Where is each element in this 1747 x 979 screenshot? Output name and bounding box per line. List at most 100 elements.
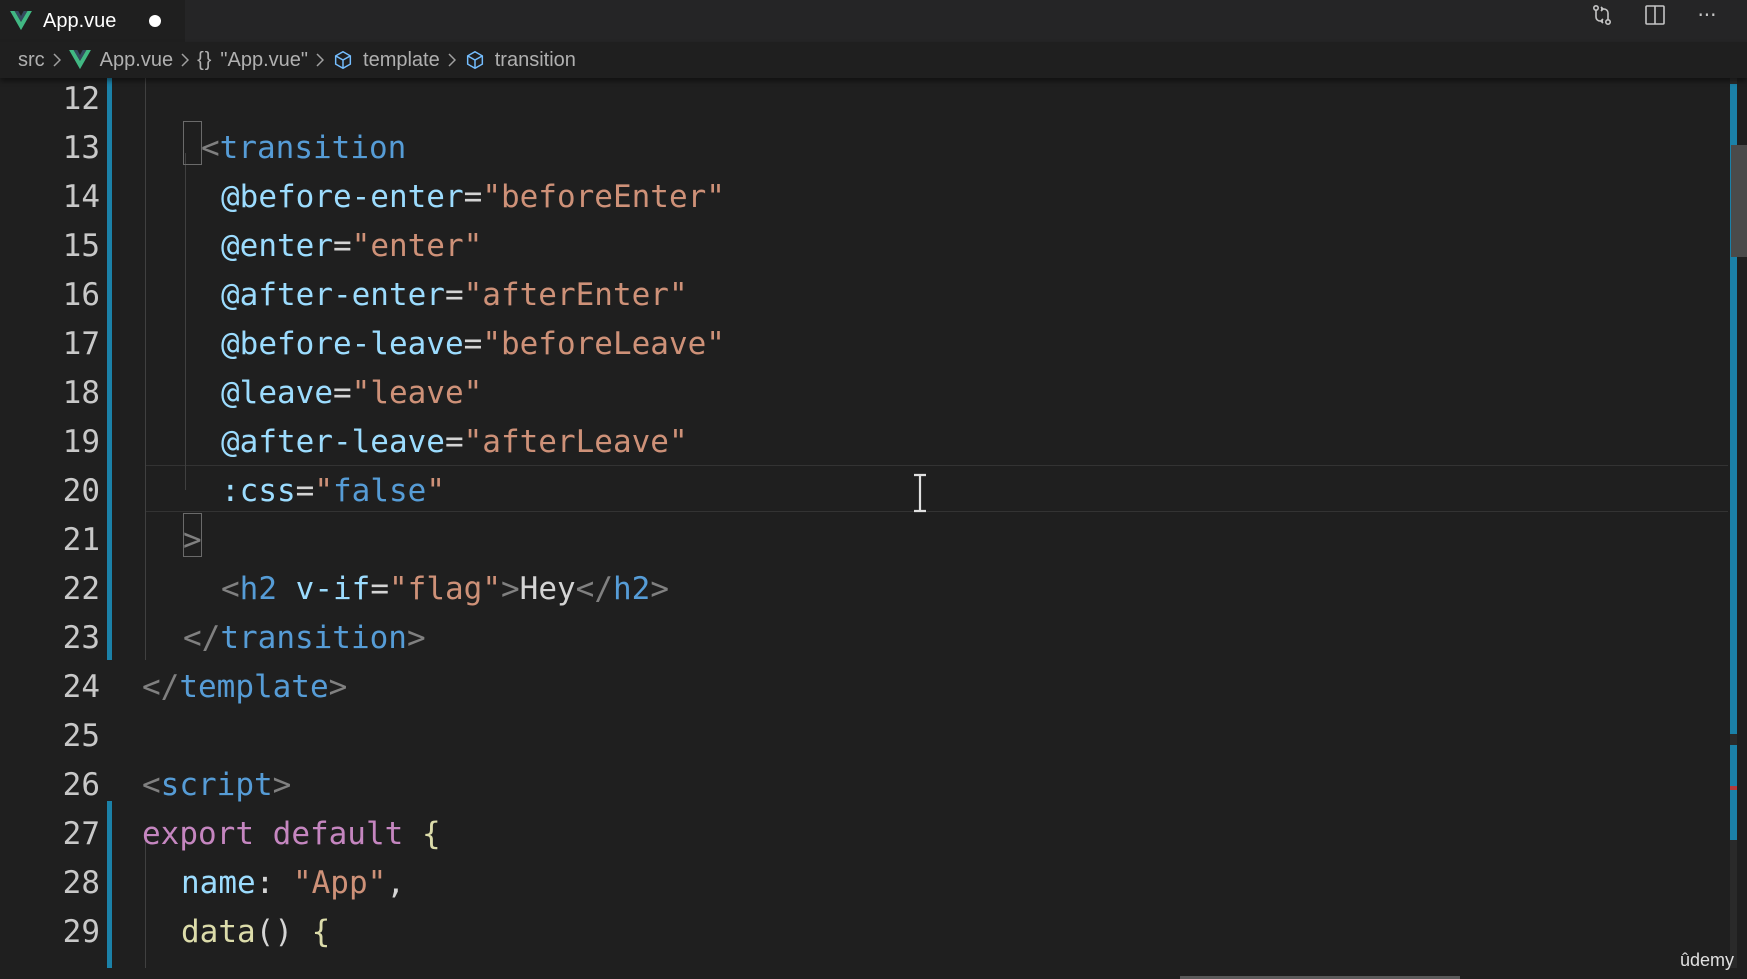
split-editor-icon[interactable] — [1642, 2, 1668, 28]
code-text: @before-enter="beforeEnter" — [221, 173, 725, 222]
code-token: = — [463, 326, 483, 362]
code-token: </ — [142, 669, 180, 705]
code-line[interactable]: 18 @leave="leave" — [0, 369, 1730, 418]
code-token: = — [444, 277, 464, 313]
text-cursor-icon — [914, 473, 926, 513]
code-token: = — [444, 424, 464, 460]
tab-app-vue[interactable]: App.vue — [0, 0, 185, 42]
code-token: > — [328, 669, 348, 705]
more-actions-label: ··· — [1697, 3, 1717, 27]
code-line[interactable]: 14 @before-enter="beforeEnter" — [0, 173, 1730, 222]
code-token: () — [255, 914, 312, 950]
watermark: ûdemy — [1680, 950, 1735, 970]
code-token: data — [181, 914, 256, 950]
line-number: 26 — [62, 767, 100, 803]
code-token: = — [332, 375, 352, 411]
code-token: </ — [575, 571, 613, 607]
code-token: > — [272, 767, 292, 803]
code-token: @after-enter — [221, 277, 445, 313]
code-token: h2 — [239, 571, 277, 607]
tab-title: App.vue — [43, 9, 117, 32]
vue-file-icon — [10, 11, 32, 31]
code-token: false — [333, 473, 427, 509]
code-editor-window: App.vue ··· src App.vue {} "App.vue" tem… — [0, 0, 1747, 979]
code-token: export — [142, 816, 254, 852]
code-token: { — [311, 914, 331, 950]
line-number: 21 — [62, 522, 100, 558]
code-text: :css="false" — [221, 467, 445, 516]
code-line[interactable]: 12 — [0, 78, 1730, 124]
code-text: @before-leave="beforeLeave" — [221, 320, 725, 369]
line-number: 18 — [62, 375, 100, 411]
tab-bar: App.vue ··· — [0, 0, 1747, 42]
code-token: @leave — [221, 375, 333, 411]
horizontal-scrollbar[interactable] — [0, 968, 1747, 979]
line-number: 14 — [62, 179, 100, 215]
overview-ruler-error-marker — [1730, 786, 1737, 790]
code-line[interactable]: 20:css="false" — [0, 467, 1730, 516]
code-line[interactable]: 13 <transition — [0, 124, 1730, 173]
code-token: template — [179, 669, 329, 705]
code-token: @after-leave — [221, 424, 445, 460]
code-line[interactable]: 26 <script> — [0, 761, 1730, 810]
code-line[interactable]: 28 name: "App", — [0, 859, 1730, 908]
git-compare-icon[interactable] — [1589, 2, 1615, 28]
code-text: @leave="leave" — [221, 369, 482, 418]
symbol-cube-icon — [334, 50, 352, 70]
code-token: transition — [219, 130, 407, 166]
code-token: > — [406, 620, 426, 656]
code-line[interactable]: 25 — [0, 712, 1730, 761]
more-actions-icon[interactable]: ··· — [1694, 2, 1720, 28]
code-token: = — [332, 228, 352, 264]
breadcrumb-item-template[interactable]: template — [332, 49, 440, 72]
breadcrumb-label: src — [18, 48, 45, 71]
code-text: </template> — [142, 663, 347, 712]
line-number: 25 — [62, 718, 100, 754]
code-line[interactable]: 29 data() { — [0, 908, 1730, 957]
code-text: name: "App", — [181, 859, 405, 908]
breadcrumb-item-transition[interactable]: transition — [464, 49, 576, 72]
breadcrumb-label: transition — [494, 48, 576, 71]
code-token: @enter — [221, 228, 333, 264]
line-number: 27 — [62, 816, 100, 852]
vue-file-icon — [68, 50, 91, 70]
code-token: "beforeLeave" — [482, 326, 725, 362]
chevron-right-icon — [316, 53, 325, 67]
line-number: 19 — [62, 424, 100, 460]
code-token: > — [183, 522, 202, 558]
code-text: <h2 v-if="flag">Hey</h2> — [221, 565, 669, 614]
code-token: v-if — [295, 571, 371, 607]
editor-text-area[interactable]: 12 13 <transition 14 @before-enter="beforeEn… — [0, 78, 1747, 968]
code-line[interactable]: 24 </template> — [0, 663, 1730, 712]
code-line[interactable]: 21 > — [0, 516, 1730, 565]
code-token: "beforeEnter" — [482, 179, 725, 215]
line-number: 24 — [62, 669, 100, 705]
code-line[interactable]: 23 </transition> — [0, 614, 1730, 663]
code-token: h2 — [612, 571, 651, 607]
code-line[interactable]: 22 <h2 v-if="flag">Hey</h2> — [0, 565, 1730, 614]
code-token: name — [181, 865, 256, 901]
breadcrumb-item-app-vue[interactable]: App.vue — [68, 49, 173, 72]
scrollbar-thumb[interactable] — [1731, 145, 1747, 257]
code-line[interactable]: 15 @enter="enter" — [0, 222, 1730, 271]
braces-icon: {} — [197, 48, 213, 71]
code-text: export default { — [142, 810, 441, 859]
code-line[interactable]: 27 export default { — [0, 810, 1730, 859]
code-text: <transition — [201, 124, 406, 173]
code-token: :css — [221, 473, 296, 509]
code-line[interactable]: 16 @after-enter="afterEnter" — [0, 271, 1730, 320]
line-number: 15 — [62, 228, 100, 264]
code-token: "leave" — [351, 375, 483, 411]
code-text: <script> — [142, 761, 291, 810]
code-token: "afterLeave" — [463, 424, 688, 460]
breadcrumb-item-app-vue-object[interactable]: {} "App.vue" — [197, 49, 308, 72]
unsaved-dot-icon[interactable] — [149, 15, 162, 27]
code-text: data() { — [181, 908, 330, 957]
code-token: = — [370, 571, 389, 607]
breadcrumb-item-src[interactable]: src — [18, 49, 45, 72]
code-token: > — [650, 571, 669, 607]
code-line[interactable]: 17 @before-leave="beforeLeave" — [0, 320, 1730, 369]
code-line[interactable]: 19 @after-leave="afterLeave" — [0, 418, 1730, 467]
